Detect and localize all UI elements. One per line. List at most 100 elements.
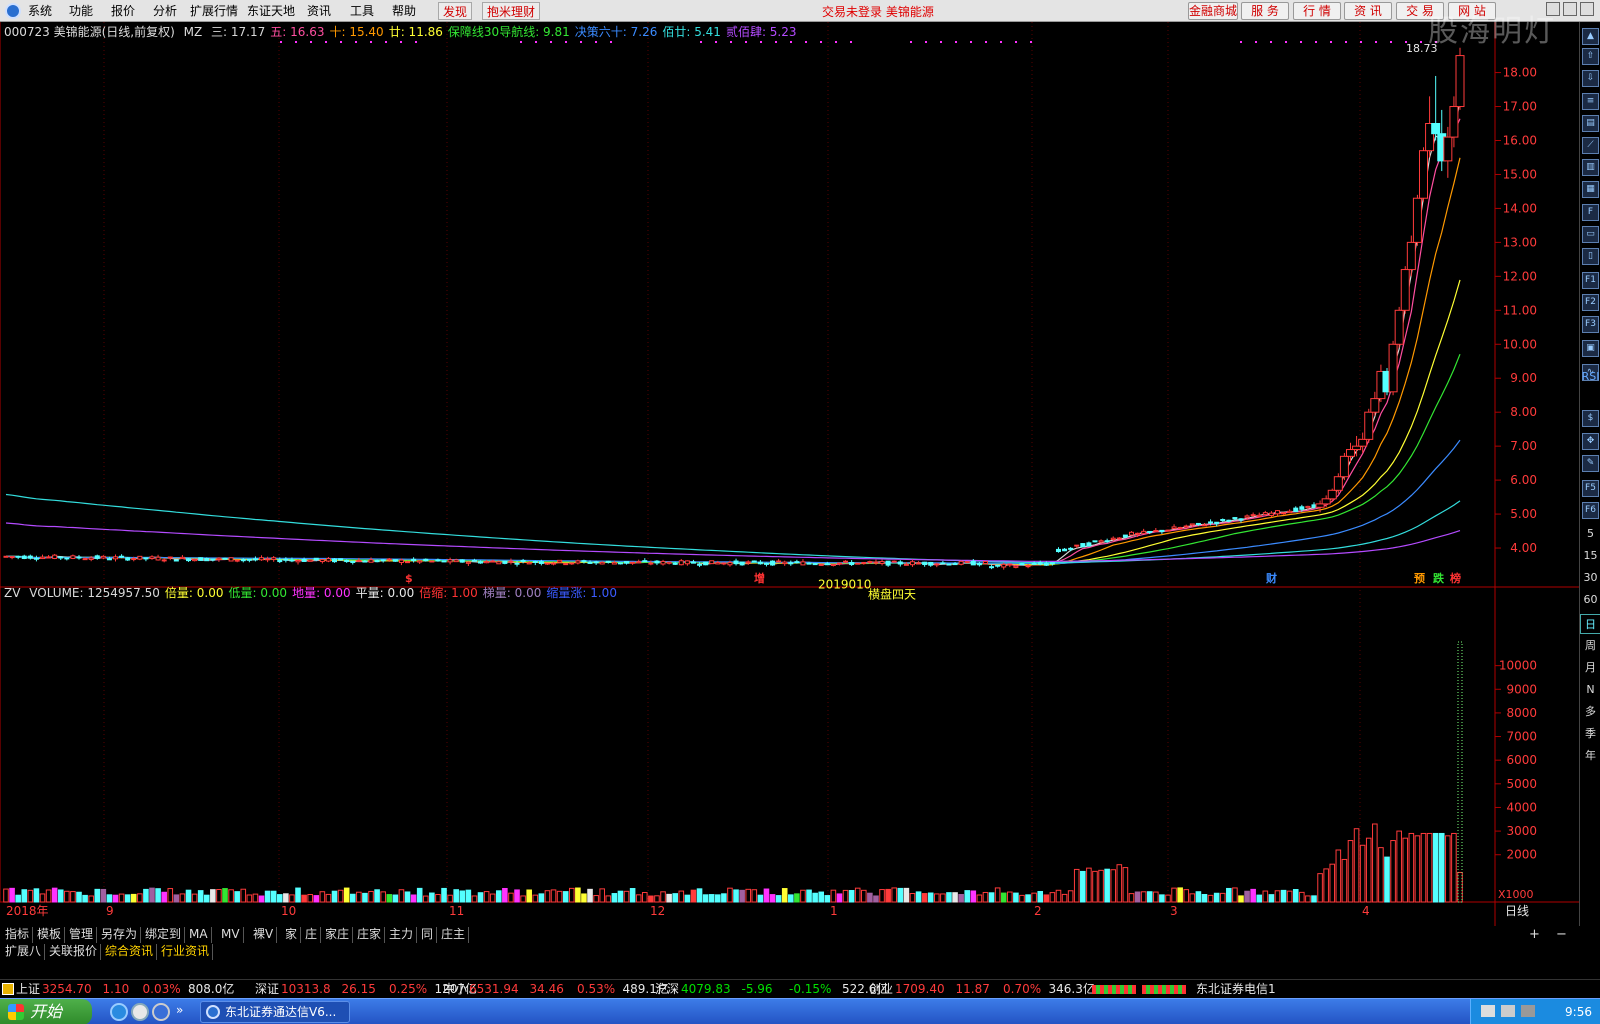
server-name[interactable]: 东北证券电信1	[1196, 980, 1276, 998]
event-mark-5[interactable]: 榜	[1450, 571, 1461, 585]
grid-icon[interactable]: ▦	[1582, 181, 1599, 198]
finance-button[interactable]: 抱米理财	[482, 2, 541, 20]
volume-indicator-name[interactable]: ZV	[4, 586, 20, 600]
event-mark-4[interactable]: 跌	[1433, 571, 1445, 585]
menu-analysis[interactable]: 分析	[153, 3, 177, 19]
arrow-up-icon[interactable]: ⇧	[1582, 48, 1599, 65]
ticker-4-name[interactable]: 创业	[869, 980, 893, 998]
start-button[interactable]: 开始	[0, 999, 92, 1024]
indicator-tab-14[interactable]: 庄主	[438, 927, 470, 943]
menu-function[interactable]: 功能	[69, 3, 93, 19]
f3-icon[interactable]: F3	[1582, 316, 1599, 333]
line-chart-icon[interactable]: ⟋	[1582, 137, 1599, 154]
period-label[interactable]: 日线	[1505, 904, 1529, 918]
mall-button[interactable]: 金融商城	[1188, 2, 1238, 20]
period-n-button[interactable]: N	[1580, 680, 1600, 700]
add-tab-button[interactable]: +	[1529, 926, 1540, 943]
info-tab-2[interactable]: 综合资讯	[102, 944, 158, 960]
speed-icon[interactable]	[152, 1003, 170, 1021]
indicator-tab-6[interactable]: MV	[218, 927, 244, 943]
stock-title[interactable]: 000723 美锦能源(日线,前复权)	[4, 25, 175, 39]
candle-body	[240, 559, 246, 562]
report-icon[interactable]: ▣	[1582, 340, 1599, 357]
volume-icon[interactable]	[1501, 1005, 1515, 1017]
menu-system[interactable]: 系统	[28, 3, 52, 19]
list-icon[interactable]: ≡	[1582, 93, 1599, 110]
indicator-tab-1[interactable]: 模板	[34, 927, 66, 943]
indicator-tab-4[interactable]: 绑定到	[142, 927, 186, 943]
indicator-tab-2[interactable]: 管理	[66, 927, 98, 943]
event-mark-3[interactable]: 预	[1414, 571, 1425, 585]
media-icon[interactable]	[131, 1003, 149, 1021]
period-month-button[interactable]: 月	[1580, 658, 1600, 678]
service-button[interactable]: 服 务	[1241, 2, 1289, 20]
indicator-tab-0[interactable]: 指标	[2, 927, 34, 943]
event-mark-0[interactable]: $	[405, 572, 413, 585]
menu-extended-market[interactable]: 扩展行情	[190, 3, 238, 19]
ticker-0-name[interactable]: 上证	[16, 980, 40, 998]
f1-icon[interactable]: F1	[1582, 272, 1599, 289]
indicator-tab-8[interactable]: 家	[282, 927, 302, 943]
f10-icon[interactable]: F	[1582, 204, 1599, 221]
close-button[interactable]	[1580, 2, 1594, 16]
candle-chart-icon[interactable]: ▥	[1582, 159, 1599, 176]
info-tab-0[interactable]: 扩展八	[2, 944, 46, 960]
menu-quote[interactable]: 报价	[111, 3, 135, 19]
rsi-button[interactable]: RSI	[1580, 367, 1600, 387]
indicator-name[interactable]: MZ	[184, 25, 203, 39]
market-button[interactable]: 行 情	[1293, 2, 1341, 20]
arrow-down-icon[interactable]: ⇩	[1582, 70, 1599, 87]
menu-dongzheng[interactable]: 东证天地	[247, 3, 295, 19]
market-icon[interactable]	[2, 983, 14, 995]
ticker-2-name[interactable]: 中小	[443, 980, 467, 998]
discover-button[interactable]: 发现	[438, 2, 473, 20]
period-5-button[interactable]: 5	[1580, 524, 1600, 544]
indicator-tab-12[interactable]: 主力	[386, 927, 418, 943]
period-quarter-button[interactable]: 季	[1580, 724, 1600, 744]
tdx-task-button[interactable]: 东北证券通达信V6...	[200, 1001, 350, 1023]
period-multi-button[interactable]: 多	[1580, 702, 1600, 722]
period-week-button[interactable]: 周	[1580, 636, 1600, 656]
page-icon[interactable]: ▭	[1582, 226, 1599, 243]
move-icon[interactable]: ✥	[1582, 433, 1599, 450]
indicator-tab-9[interactable]: 庄	[302, 927, 322, 943]
event-mark-1[interactable]: 增	[754, 571, 765, 585]
maximize-button[interactable]	[1563, 2, 1577, 16]
doc-icon[interactable]: ▯	[1582, 248, 1599, 265]
scroll-up-icon[interactable]: ▲	[1582, 28, 1599, 45]
info-tab-1[interactable]: 关联报价	[46, 944, 102, 960]
ticker-1-name[interactable]: 深证	[255, 980, 279, 998]
period-60-button[interactable]: 60	[1580, 590, 1600, 610]
f5-icon[interactable]: F5	[1582, 480, 1599, 497]
info-tab-row: 扩展八 关联报价 综合资讯 行业资讯	[0, 943, 1600, 960]
pencil-icon[interactable]: ✎	[1582, 455, 1599, 472]
indicator-tab-7[interactable]: 裸V	[250, 927, 278, 943]
f6-icon[interactable]: F6	[1582, 502, 1599, 519]
ticker-3-name[interactable]: 沪深	[655, 980, 679, 998]
period-day-button[interactable]: 日	[1580, 614, 1600, 634]
remove-tab-button[interactable]: −	[1556, 926, 1567, 943]
table-icon[interactable]: ▤	[1582, 115, 1599, 132]
menu-news[interactable]: 资讯	[307, 3, 331, 19]
indicator-tab-11[interactable]: 庄家	[354, 927, 386, 943]
period-30-button[interactable]: 30	[1580, 568, 1600, 588]
menu-help[interactable]: 帮助	[392, 3, 416, 19]
event-mark-2[interactable]: 财	[1265, 571, 1277, 585]
period-year-button[interactable]: 年	[1580, 746, 1600, 766]
indicator-tab-13[interactable]: 同	[418, 927, 438, 943]
info-button[interactable]: 资 讯	[1344, 2, 1392, 20]
quicklaunch-more-icon[interactable]: »	[176, 1003, 183, 1017]
indicator-tab-10[interactable]: 家庄	[322, 927, 354, 943]
kline-chart[interactable]: 18.0017.0016.0015.0014.0013.0012.0011.00…	[0, 22, 1579, 926]
info-tab-3[interactable]: 行业资讯	[158, 944, 214, 960]
indicator-tab-3[interactable]: 另存为	[98, 927, 142, 943]
period-15-button[interactable]: 15	[1580, 546, 1600, 566]
ie-icon[interactable]	[110, 1003, 128, 1021]
app-logo-icon[interactable]	[5, 3, 21, 19]
ime-icon[interactable]	[1521, 1005, 1535, 1017]
f2-icon[interactable]: F2	[1582, 294, 1599, 311]
network-icon[interactable]	[1481, 1005, 1495, 1017]
indicator-tab-5[interactable]: MA	[186, 927, 212, 943]
menu-tools[interactable]: 工具	[350, 3, 374, 19]
money-bag-icon[interactable]: $	[1582, 410, 1599, 427]
